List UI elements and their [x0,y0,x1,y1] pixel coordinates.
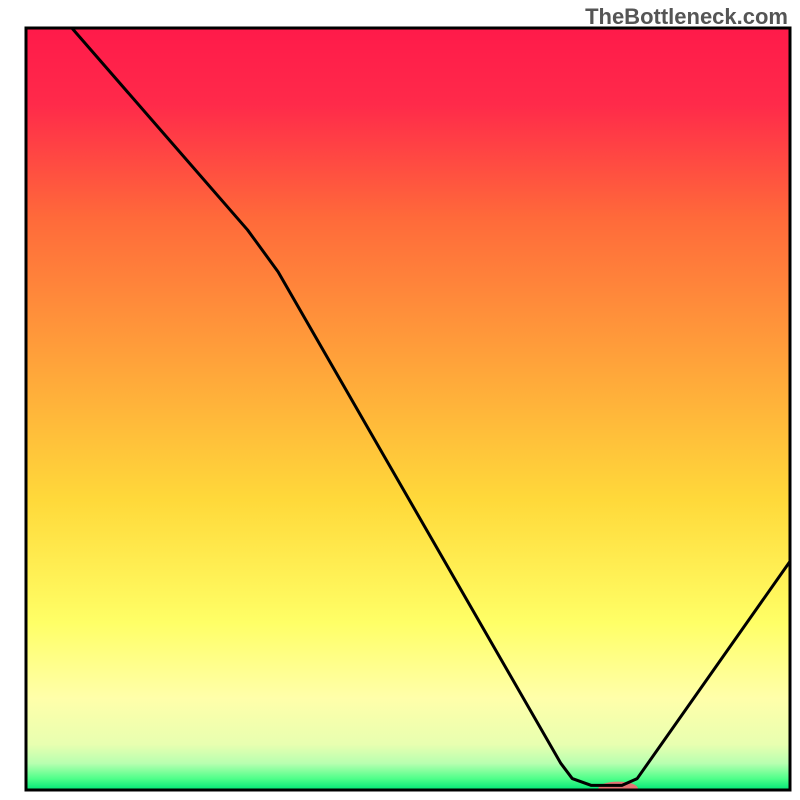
gradient-background [26,28,790,790]
chart-container: TheBottleneck.com [0,0,800,800]
watermark-text: TheBottleneck.com [585,4,788,30]
chart-svg [0,0,800,800]
optimal-marker [598,782,638,796]
